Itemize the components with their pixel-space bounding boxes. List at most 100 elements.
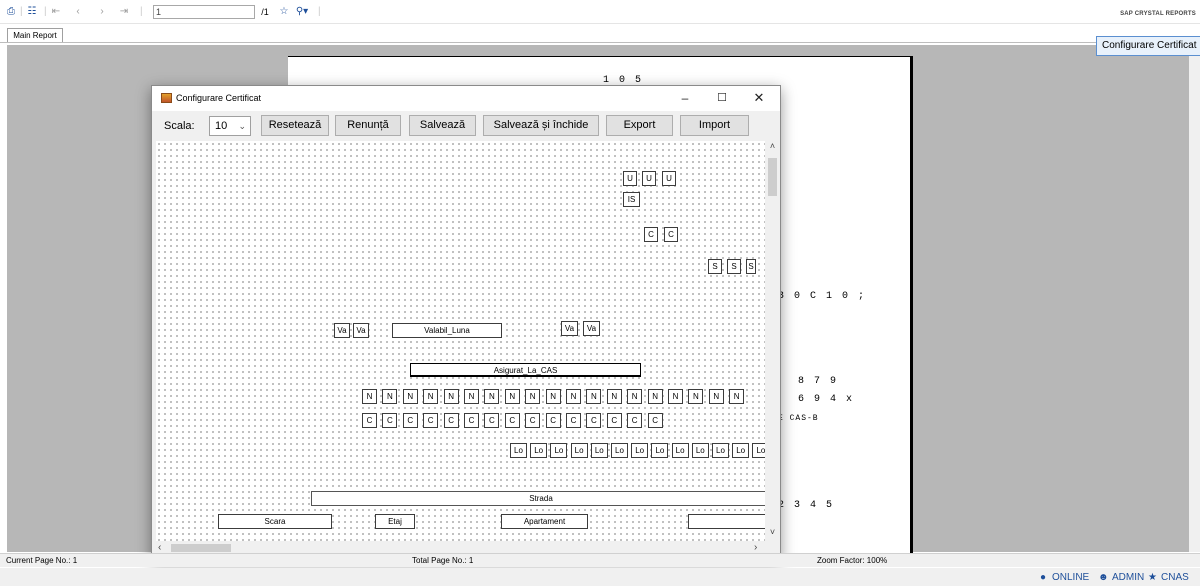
field-valabil-luna[interactable]: Valabil_Luna: [392, 323, 502, 338]
cnas-icon: ★: [1148, 572, 1157, 583]
field-c[interactable]: C: [484, 413, 500, 428]
field-lo[interactable]: Lo: [510, 443, 527, 458]
next-page-icon[interactable]: ›: [96, 4, 108, 20]
field-n[interactable]: N: [729, 389, 745, 404]
field-n[interactable]: N: [647, 389, 663, 404]
field-blank[interactable]: [688, 514, 767, 529]
field-s[interactable]: S: [727, 259, 741, 274]
first-page-icon[interactable]: ⇤: [50, 4, 62, 20]
field-c[interactable]: C: [402, 413, 418, 428]
field-va[interactable]: Va: [583, 321, 600, 336]
field-lo[interactable]: Lo: [631, 443, 649, 458]
field-u[interactable]: U: [662, 171, 676, 186]
field-lo[interactable]: Lo: [712, 443, 729, 458]
field-c[interactable]: C: [545, 413, 561, 428]
total-page-label: Total Page No.: 1: [412, 556, 474, 565]
scroll-up-icon[interactable]: ˄: [767, 141, 778, 153]
field-c[interactable]: C: [504, 413, 520, 428]
field-lo[interactable]: Lo: [550, 443, 568, 458]
field-n[interactable]: N: [362, 389, 377, 404]
field-scara[interactable]: Scara: [218, 514, 332, 529]
field-s[interactable]: S: [708, 259, 722, 274]
minimize-icon[interactable]: –: [670, 89, 700, 107]
field-u[interactable]: U: [642, 171, 656, 186]
field-c[interactable]: C: [606, 413, 622, 428]
designer-canvas[interactable]: U U U IS C C S S S Va Va Valabil_Luna Va…: [156, 141, 767, 541]
field-n[interactable]: N: [525, 389, 541, 404]
cancel-button[interactable]: Renunță: [335, 115, 401, 136]
field-n[interactable]: N: [708, 389, 724, 404]
field-va[interactable]: Va: [353, 323, 369, 338]
reset-button[interactable]: Resetează: [261, 115, 329, 136]
last-page-icon[interactable]: ⇥: [118, 4, 130, 20]
configure-certificate-button[interactable]: Configurare Certificat: [1096, 36, 1200, 56]
field-n[interactable]: N: [586, 389, 602, 404]
field-c[interactable]: C: [566, 413, 581, 428]
field-c[interactable]: C: [525, 413, 541, 428]
field-etaj[interactable]: Etaj: [375, 514, 415, 529]
field-lo[interactable]: Lo: [611, 443, 628, 458]
field-lo[interactable]: Lo: [691, 443, 709, 458]
field-lo[interactable]: Lo: [530, 443, 548, 458]
close-icon[interactable]: ✕: [744, 89, 774, 107]
field-n[interactable]: N: [464, 389, 479, 404]
online-status: ONLINE: [1052, 572, 1090, 583]
field-n[interactable]: N: [688, 389, 704, 404]
field-c[interactable]: C: [627, 413, 643, 428]
field-n[interactable]: N: [402, 389, 418, 404]
field-n[interactable]: N: [668, 389, 683, 404]
export-button[interactable]: Export: [606, 115, 673, 136]
field-n[interactable]: N: [606, 389, 622, 404]
viewer-vertical-scrollbar[interactable]: [1189, 45, 1200, 552]
field-c[interactable]: C: [423, 413, 439, 428]
page-number-input[interactable]: 1: [153, 5, 255, 19]
field-c[interactable]: C: [464, 413, 479, 428]
save-close-button[interactable]: Salvează și închide: [483, 115, 599, 136]
save-button[interactable]: Salvează: [409, 115, 476, 136]
scroll-thumb[interactable]: [171, 544, 231, 552]
field-c[interactable]: C: [586, 413, 602, 428]
field-lo[interactable]: Lo: [671, 443, 689, 458]
group-tree-icon[interactable]: ☷: [24, 4, 40, 20]
field-c[interactable]: C: [362, 413, 377, 428]
scale-select[interactable]: 10 ⌄: [209, 116, 251, 136]
import-button[interactable]: Import: [680, 115, 749, 136]
field-va[interactable]: Va: [334, 323, 350, 338]
tab-main-report[interactable]: Main Report: [7, 28, 63, 43]
app-icon: [161, 93, 172, 103]
field-c[interactable]: C: [382, 413, 398, 428]
maximize-icon[interactable]: ☐: [707, 89, 737, 107]
field-n[interactable]: N: [504, 389, 520, 404]
field-n[interactable]: N: [423, 389, 439, 404]
field-lo[interactable]: Lo: [651, 443, 669, 458]
field-n[interactable]: N: [382, 389, 398, 404]
field-n[interactable]: N: [566, 389, 581, 404]
scroll-down-icon[interactable]: ˅: [767, 527, 778, 539]
field-s[interactable]: S: [746, 259, 756, 274]
field-is[interactable]: IS: [623, 192, 640, 207]
user-icon: ☻: [1098, 572, 1109, 583]
field-n[interactable]: N: [443, 389, 459, 404]
field-n[interactable]: N: [484, 389, 500, 404]
field-va[interactable]: Va: [561, 321, 578, 336]
field-n[interactable]: N: [545, 389, 561, 404]
field-c[interactable]: C: [644, 227, 658, 242]
field-c[interactable]: C: [647, 413, 663, 428]
field-asigurat-la-cas[interactable]: Asigurat_La_CAS: [410, 363, 641, 377]
field-strada[interactable]: Strada: [311, 491, 767, 506]
field-lo[interactable]: Lo: [570, 443, 588, 458]
field-u[interactable]: U: [623, 171, 637, 186]
field-c[interactable]: C: [664, 227, 678, 242]
binoculars-icon[interactable]: ☆: [277, 4, 291, 20]
previous-page-icon[interactable]: ‹: [72, 4, 84, 20]
dialog-vertical-scrollbar[interactable]: ˄ ˅: [765, 141, 780, 541]
field-apartament[interactable]: Apartament: [501, 514, 588, 529]
field-lo[interactable]: Lo: [732, 443, 750, 458]
field-n[interactable]: N: [627, 389, 643, 404]
field-lo[interactable]: Lo: [590, 443, 608, 458]
print-icon[interactable]: ⎙: [4, 4, 18, 20]
tab-divider: [0, 42, 1200, 43]
scroll-thumb[interactable]: [768, 158, 777, 196]
zoom-icon[interactable]: ⚲▾: [293, 4, 311, 20]
field-c[interactable]: C: [443, 413, 459, 428]
